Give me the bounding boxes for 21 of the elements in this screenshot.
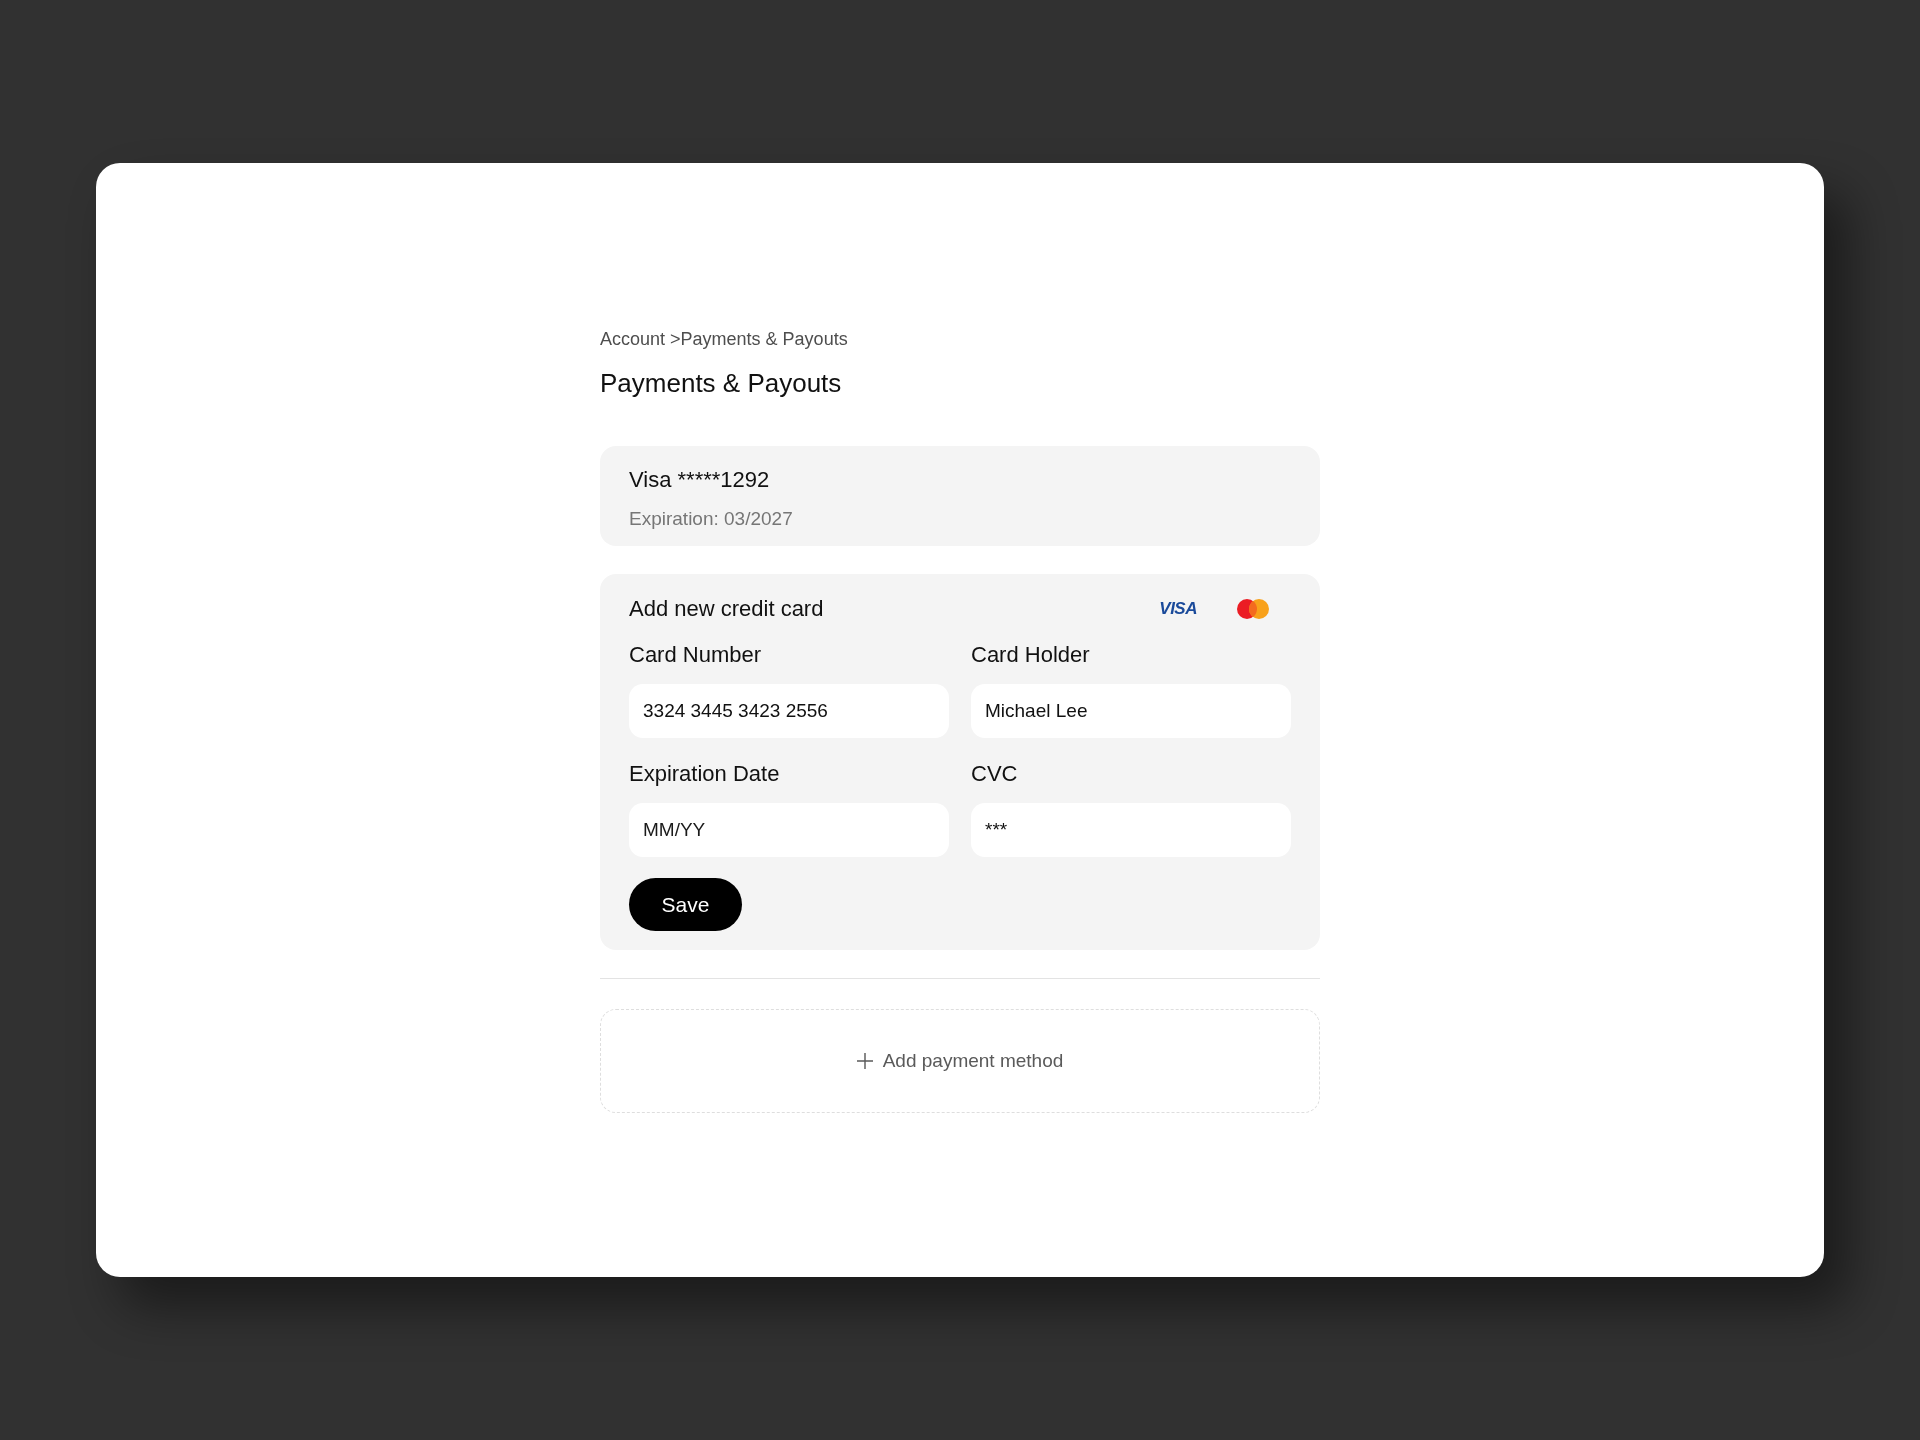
field-label: CVC bbox=[971, 760, 1018, 788]
save-button[interactable]: Save bbox=[629, 878, 742, 931]
input-field[interactable]: 3324 3445 3423 2556 bbox=[629, 684, 949, 738]
breadcrumb-separator: > bbox=[670, 328, 681, 350]
input-field[interactable]: *** bbox=[971, 803, 1291, 857]
add-payment-method-button[interactable]: Add payment method bbox=[600, 1009, 1320, 1113]
page-title: Payments & Payouts bbox=[600, 367, 843, 399]
input-field[interactable]: Michael Lee bbox=[971, 684, 1291, 738]
input-field[interactable]: MM/YY bbox=[629, 803, 949, 857]
breadcrumb-link[interactable]: Account bbox=[600, 328, 666, 350]
breadcrumb-link[interactable]: Payments & Payouts bbox=[680, 328, 848, 350]
field-label: Card Number bbox=[629, 641, 762, 669]
field-label: Expiration Date bbox=[629, 760, 780, 788]
panel-title: Add new credit card bbox=[629, 595, 824, 623]
card-name: Visa *****1292 bbox=[629, 466, 770, 494]
card-expiration: Expiration: 03/2027 bbox=[629, 507, 793, 531]
field-label: Card Holder bbox=[971, 641, 1090, 669]
saved-card[interactable]: Visa *****1292 Expiration: 03/2027 bbox=[600, 446, 1320, 546]
overlapping-circles-icon bbox=[1237, 599, 1269, 619]
plus-icon bbox=[856, 1053, 873, 1069]
visa-logo: VISA bbox=[1159, 599, 1197, 619]
